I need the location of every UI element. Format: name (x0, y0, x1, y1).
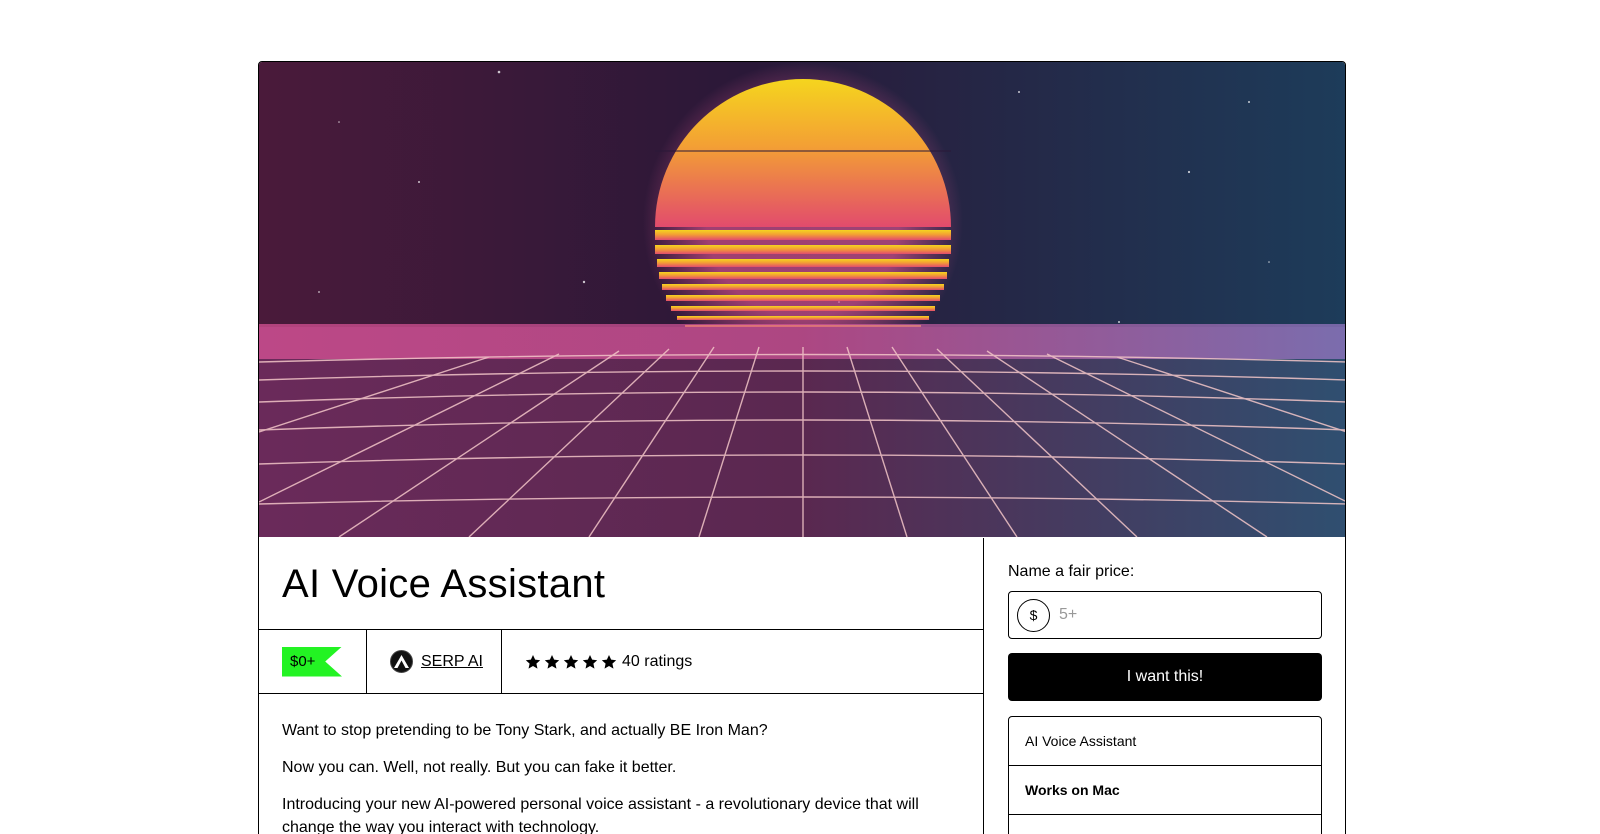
star-icon (525, 654, 541, 669)
description-paragraph: Want to stop pretending to be Tony Stark… (282, 722, 768, 739)
currency-symbol: $ (1017, 598, 1050, 632)
info-row-mac: Works on Mac (1009, 766, 1321, 815)
star-icon (544, 654, 560, 669)
ratings-count: 40 ratings (622, 652, 693, 670)
description-paragraph: Now you can. Well, not really. But you c… (282, 759, 677, 776)
price-input[interactable] (1059, 606, 1259, 624)
product-title: AI Voice Assistant (282, 562, 606, 606)
price-cell: $0+ (259, 630, 367, 693)
creator-avatar[interactable] (390, 650, 413, 673)
title-row: AI Voice Assistant (259, 538, 983, 630)
price-label: Name a fair price: (1008, 563, 1135, 580)
product-meta-row: $0+ SERP AI 40 ratings (259, 630, 983, 694)
i-want-this-button[interactable]: I want this! (1008, 653, 1322, 701)
product-info-table: AI Voice Assistant Works on Mac Works on… (1008, 716, 1322, 834)
star-icon (582, 654, 598, 669)
creator-link[interactable]: SERP AI (421, 653, 483, 671)
serp-logo-icon (394, 655, 409, 668)
info-row-title: AI Voice Assistant (1009, 717, 1321, 766)
price-input-box[interactable]: $ (1008, 591, 1322, 639)
star-icon (563, 654, 579, 669)
synthwave-sunset-image (259, 62, 1345, 537)
cover-image (259, 62, 1345, 537)
purchase-panel: Name a fair price: $ I want this! AI Voi… (985, 538, 1345, 834)
product-card: AI Voice Assistant $0+ SERP AI 40 rating… (258, 61, 1346, 834)
rating-stars (525, 654, 617, 670)
price-badge: $0+ (282, 646, 342, 677)
info-row-iphone: Works on iPhone (1009, 815, 1321, 834)
product-description: Want to stop pretending to be Tony Stark… (259, 694, 983, 834)
ratings-cell[interactable]: 40 ratings (502, 630, 692, 693)
product-details: AI Voice Assistant $0+ SERP AI 40 rating… (259, 538, 984, 834)
description-paragraph: Introducing your new AI-powered personal… (282, 796, 919, 834)
creator-cell[interactable]: SERP AI (367, 630, 502, 693)
star-icon (601, 654, 617, 669)
